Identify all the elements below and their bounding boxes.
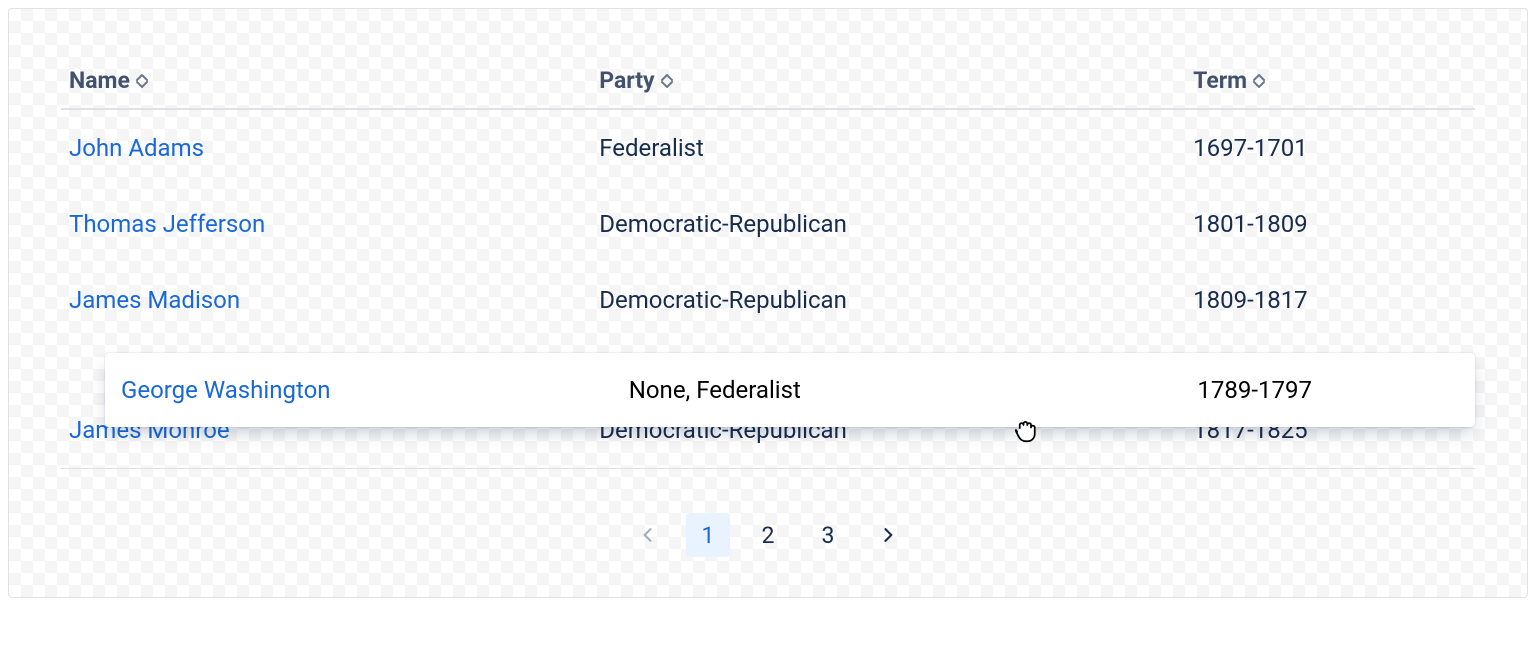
pagination: 1 2 3 (61, 513, 1475, 557)
name-link[interactable]: John Adams (69, 134, 204, 162)
sort-icon (136, 74, 148, 88)
column-header-party[interactable]: Party (591, 57, 1185, 109)
party-cell: Democratic-Republican (591, 186, 1185, 262)
term-cell: 1789-1797 (1189, 376, 1467, 404)
pagination-page-1[interactable]: 1 (686, 513, 730, 557)
column-header-name-label: Name (69, 67, 130, 94)
term-cell: 1801-1809 (1185, 186, 1475, 262)
term-cell: 1809-1817 (1185, 262, 1475, 338)
sort-icon (1253, 74, 1265, 88)
table-header-row: Name Party (61, 57, 1475, 109)
column-header-name[interactable]: Name (61, 57, 591, 109)
party-cell: Federalist (591, 109, 1185, 186)
party-cell: Democratic-Republican (591, 262, 1185, 338)
table-row[interactable]: Thomas Jefferson Democratic-Republican 1… (61, 186, 1475, 262)
dragging-row[interactable]: George Washington None, Federalist 1789-… (105, 353, 1475, 427)
term-cell: 1697-1701 (1185, 109, 1475, 186)
table-row[interactable]: John Adams Federalist 1697-1701 (61, 109, 1475, 186)
table-row[interactable]: James Madison Democratic-Republican 1809… (61, 262, 1475, 338)
name-link[interactable]: James Madison (69, 286, 240, 314)
name-link[interactable]: George Washington (121, 376, 331, 404)
chevron-right-icon (878, 525, 898, 545)
pagination-prev (626, 513, 670, 557)
name-link[interactable]: Thomas Jefferson (69, 210, 265, 238)
pagination-page-2[interactable]: 2 (746, 513, 790, 557)
column-header-party-label: Party (599, 67, 654, 94)
pagination-page-3[interactable]: 3 (806, 513, 850, 557)
column-header-term-label: Term (1193, 67, 1247, 94)
pagination-next[interactable] (866, 513, 910, 557)
column-header-term[interactable]: Term (1185, 57, 1475, 109)
sort-icon (661, 74, 673, 88)
party-cell: None, Federalist (621, 376, 1190, 404)
chevron-left-icon (638, 525, 658, 545)
table-panel: Name Party (8, 8, 1528, 598)
